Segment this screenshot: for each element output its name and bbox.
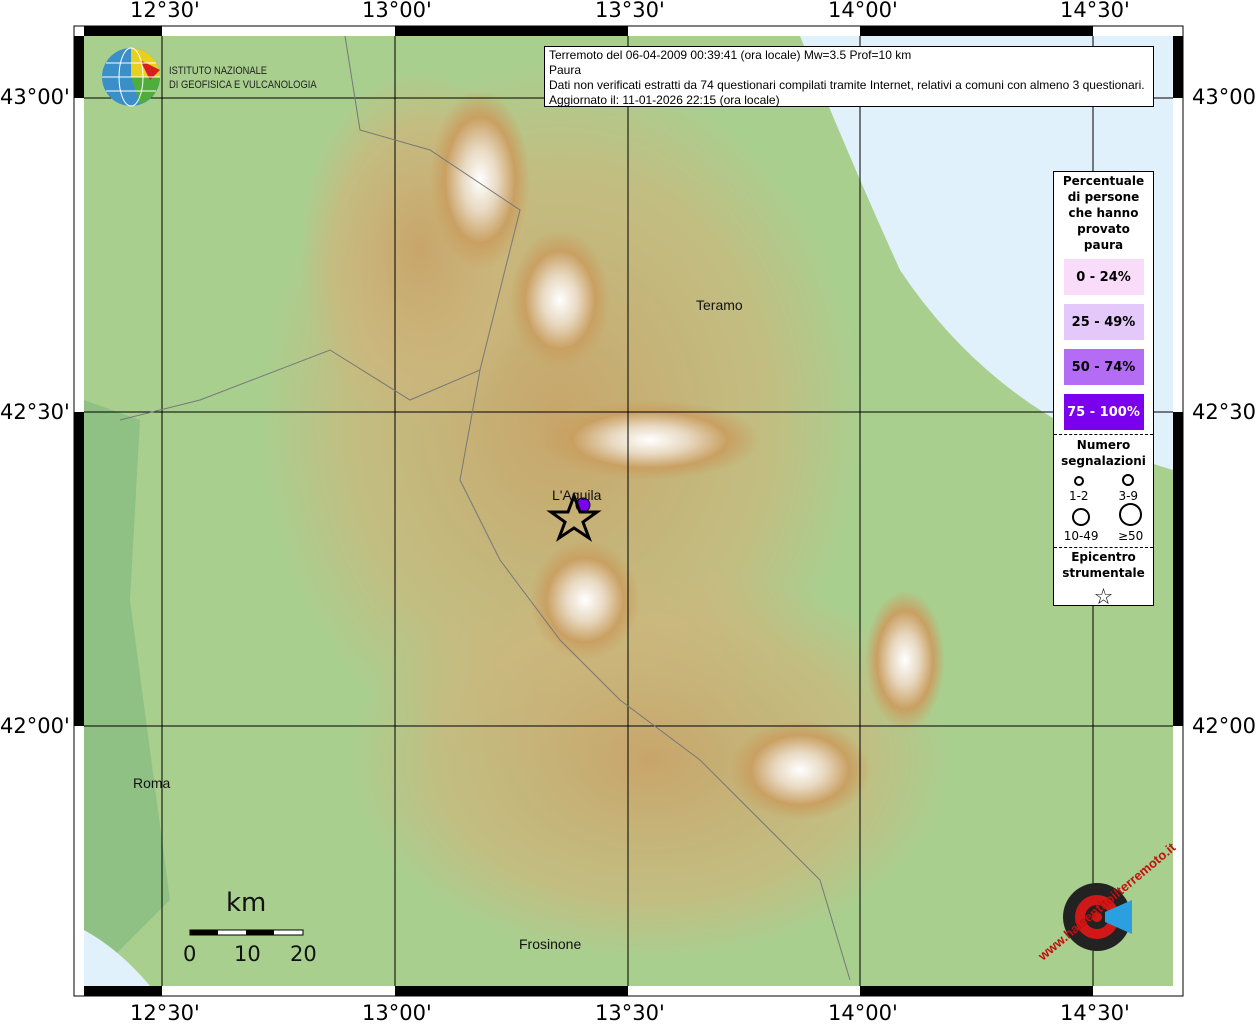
lon-tick-top: 12°30' [130,0,200,22]
circle-medium-icon [1122,474,1135,486]
circle-large-icon [1072,508,1091,526]
legend-title: Percentuale di persone che hanno provato… [1054,173,1153,253]
count-label: 3-9 [1118,489,1139,503]
scale-label: 10 [234,942,261,966]
lon-tick-top: 14°30' [1060,0,1130,22]
legend: Percentuale di persone che hanno provato… [1053,171,1154,610]
place-laquila: L'Aquila [552,487,602,503]
legend-title-line: provato [1077,222,1130,236]
circle-xlarge-icon [1119,503,1143,526]
logo-line: DI GEOFISICA E VULCANOLOGIA [169,79,317,91]
updated-time: Aggiornato il: 11-01-2026 22:15 (ora loc… [549,93,780,107]
place-frosinone: Frosinone [519,936,582,952]
ingv-logo-text: ISTITUTO NAZIONALE DI GEOFISICA E VULCAN… [169,64,317,92]
logo-line: ISTITUTO NAZIONALE [169,65,268,77]
legend-class-25-49: 25 - 49% [1063,304,1144,340]
legend-title-line: che hanno [1068,206,1139,220]
count-label: 1-2 [1068,489,1089,503]
lon-tick-bottom: 14°00' [828,1001,898,1025]
legend-divider [1054,434,1153,435]
legend-class-75-100: 75 - 100% [1063,394,1144,430]
legend-class-0-24: 0 - 24% [1063,259,1144,295]
count-title-line: Numero [1076,438,1131,452]
epi-title-line: Epicentro [1071,550,1136,564]
epi-title-line: strumentale [1062,566,1145,580]
place-roma: Roma [133,775,171,791]
lat-tick-right: 42°30' [1192,400,1256,424]
terrain [84,36,1173,986]
map-subject: Paura [549,63,582,77]
star-outline-icon: ☆ [1093,585,1114,610]
legend-title-line: di persone [1067,190,1140,204]
count-label: ≥50 [1117,529,1144,543]
lon-tick-bottom: 13°00' [362,1001,432,1025]
circle-small-icon [1073,476,1084,486]
legend-title-line: Percentuale [1062,174,1145,188]
event-info-box: Terremoto del 06-04-2009 00:39:41 (ora l… [544,46,1154,107]
lon-tick-bottom: 13°30' [595,1001,665,1025]
logo-ingv-globe [102,47,160,107]
lat-tick-right: 42°00' [1192,714,1256,738]
legend-class-50-74: 50 - 74% [1063,349,1144,385]
data-note: Dati non verificati estratti da 74 quest… [549,78,1145,92]
lat-tick-left: 42°00' [0,714,70,738]
lon-tick-top: 14°00' [828,0,898,22]
event-title: Terremoto del 06-04-2009 00:39:41 (ora l… [549,48,912,62]
scale-bar [189,929,304,936]
place-teramo: Teramo [696,297,743,313]
legend-title-line: paura [1083,238,1124,252]
lon-tick-bottom: 12°30' [130,1001,200,1025]
scale-unit: km [226,888,267,918]
scale-label: 0 [183,942,197,966]
lat-tick-left: 42°30' [0,400,70,424]
scale-label: 20 [290,942,317,966]
lon-tick-top: 13°00' [362,0,432,22]
lon-tick-top: 13°30' [595,0,665,22]
count-title-line: segnalazioni [1061,454,1146,468]
lat-tick-right: 43°00' [1192,85,1256,109]
count-label: 10-49 [1063,529,1099,543]
lon-tick-bottom: 14°30' [1060,1001,1130,1025]
legend-divider [1054,547,1153,548]
lat-tick-left: 43°00' [0,85,70,109]
